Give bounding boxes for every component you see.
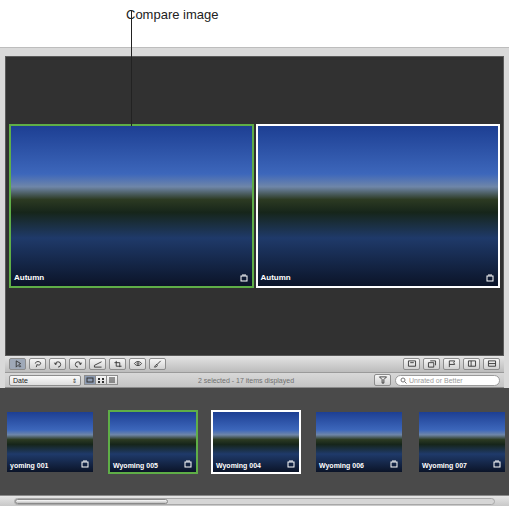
- straighten-icon: [93, 360, 103, 368]
- list-icon: [108, 377, 116, 383]
- thumbnail[interactable]: Wyoming 005: [108, 410, 198, 474]
- sort-select[interactable]: Date⇕: [9, 375, 81, 386]
- filter-icon: [378, 376, 388, 384]
- tool-button[interactable]: [49, 358, 66, 370]
- thumbnail[interactable]: Wyoming 004: [211, 410, 301, 474]
- grid-icon: [97, 377, 105, 383]
- tool-button[interactable]: [149, 358, 166, 370]
- callout: Compare image: [0, 0, 509, 47]
- inspector-icon: [467, 360, 477, 368]
- callout-line: [131, 10, 132, 126]
- adjustment-badge-icon: [287, 460, 295, 468]
- red-eye-icon: [133, 360, 143, 368]
- tool-button[interactable]: [89, 358, 106, 370]
- thumbnail[interactable]: yoming 001: [5, 410, 95, 474]
- tool-button[interactable]: [69, 358, 86, 370]
- layout-icon: [487, 360, 497, 368]
- adjustment-badge-icon: [81, 460, 89, 468]
- photo: [11, 126, 252, 286]
- tool-button[interactable]: [443, 358, 460, 370]
- thumbnail-label: Wyoming 005: [113, 461, 158, 470]
- filmstrip-icon: [86, 377, 94, 383]
- view-mode-group: [85, 375, 118, 385]
- browser-bar: Date⇕ 2 selected - 17 items displayed Unra…: [5, 373, 504, 388]
- dropdown-arrow-icon: ⇕: [72, 377, 77, 384]
- tool-button[interactable]: [463, 358, 480, 370]
- main-frame: Autumn Autumn Date⇕ 2 selected - 17 items d…: [0, 47, 509, 506]
- adjustment-badge-icon: [493, 460, 501, 468]
- viewer-image[interactable]: Autumn: [9, 124, 254, 288]
- thumbnail-label: Wyoming 006: [319, 461, 364, 470]
- tool-button[interactable]: [483, 358, 500, 370]
- thumbnail-label: Wyoming 004: [216, 461, 261, 470]
- stack-icon: [427, 360, 437, 368]
- tool-button[interactable]: [109, 358, 126, 370]
- rotate-right-icon: [73, 360, 83, 368]
- view-mode-button[interactable]: [106, 375, 118, 385]
- scrollbar: [0, 495, 509, 506]
- browser-strip: yoming 001 Wyoming 005 Wyoming 004 Wyoming …: [0, 388, 509, 495]
- adjustment-badge-icon: [486, 274, 494, 282]
- scroll-thumb[interactable]: [15, 499, 168, 504]
- toolbar: [5, 356, 504, 373]
- status-text: 2 selected - 17 items displayed: [122, 377, 370, 384]
- adjustment-badge-icon: [390, 460, 398, 468]
- aperture-window: Compare image Autumn Autumn Date⇕ 2 selected…: [0, 0, 509, 506]
- search-icon: [400, 377, 407, 384]
- crop-icon: [113, 360, 123, 368]
- tool-button[interactable]: [423, 358, 440, 370]
- thumbnail-label: Wyoming 007: [422, 461, 467, 470]
- search-field[interactable]: Unrated or Better: [395, 375, 500, 386]
- viewer: Autumn Autumn: [5, 56, 504, 356]
- adjustment-badge-icon: [240, 274, 248, 282]
- select-icon: [13, 360, 23, 368]
- rotate-left-icon: [53, 360, 63, 368]
- flag-icon: [447, 360, 457, 368]
- brush-icon: [153, 360, 163, 368]
- tool-button[interactable]: [9, 358, 26, 370]
- tool-button[interactable]: [129, 358, 146, 370]
- thumbnail[interactable]: Wyoming 006: [314, 410, 404, 474]
- viewer-image[interactable]: Autumn: [256, 124, 501, 288]
- tool-button[interactable]: [403, 358, 420, 370]
- filter-button[interactable]: [374, 374, 391, 386]
- loupe-icon: [407, 360, 417, 368]
- thumbnail-label: yoming 001: [10, 461, 49, 470]
- scroll-track[interactable]: [14, 498, 495, 505]
- lasso-icon: [33, 360, 43, 368]
- tool-button[interactable]: [29, 358, 46, 370]
- photo: [258, 126, 499, 286]
- thumbnail[interactable]: Wyoming 007: [417, 410, 507, 474]
- callout-label: Compare image: [126, 7, 219, 22]
- adjustment-badge-icon: [184, 460, 192, 468]
- image-label: Autumn: [14, 273, 44, 283]
- image-label: Autumn: [261, 273, 291, 283]
